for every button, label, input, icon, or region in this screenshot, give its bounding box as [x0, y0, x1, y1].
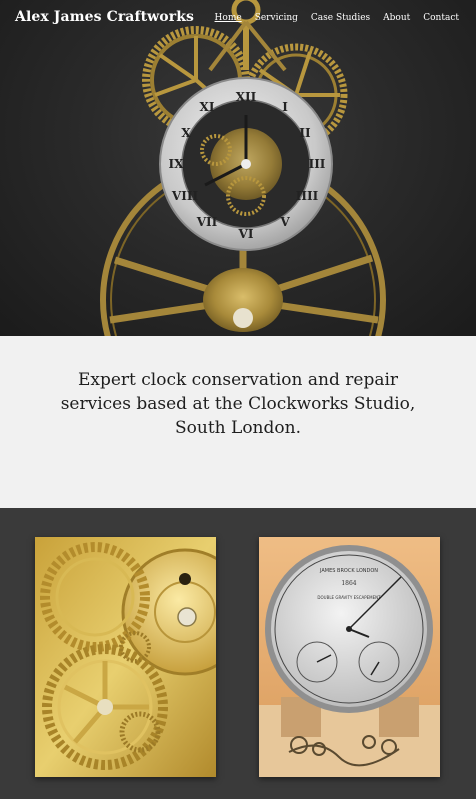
svg-text:XII: XII: [236, 90, 257, 104]
svg-text:VIII: VIII: [171, 189, 199, 203]
nav-link-about[interactable]: About: [383, 13, 410, 23]
intro-section: Expert clock conservation and repair ser…: [0, 336, 476, 508]
svg-text:II: II: [299, 126, 311, 140]
svg-text:I: I: [282, 100, 288, 114]
svg-text:III: III: [309, 157, 326, 171]
svg-text:VI: VI: [238, 227, 254, 241]
svg-text:VII: VII: [196, 215, 218, 229]
dial-year-text: 1864: [341, 580, 356, 587]
nav-link-contact[interactable]: Contact: [423, 13, 459, 23]
main-nav: Home Servicing Case Studies About Contac…: [215, 13, 459, 23]
dial-subtext: DOUBLE GRAVITY ESCAPEMENT: [317, 595, 381, 600]
svg-text:V: V: [279, 215, 290, 229]
intro-text: Expert clock conservation and repair ser…: [60, 370, 416, 438]
svg-text:IX: IX: [169, 157, 185, 171]
nav-link-servicing[interactable]: Servicing: [255, 13, 298, 23]
svg-text:IIII: IIII: [296, 189, 319, 203]
hero-clock-image: XII I II III IIII V VI VII VIII IX X XI: [100, 0, 386, 336]
dial-maker-text: JAMES BROCK LONDON: [319, 568, 378, 574]
svg-text:XI: XI: [200, 100, 215, 114]
nav-link-case-studies[interactable]: Case Studies: [311, 13, 370, 23]
silver-dial-clock-photo: JAMES BROCK LONDON 1864 DOUBLE GRAVITY E…: [259, 537, 440, 777]
brand-logo-link[interactable]: Alex James Craftworks: [15, 9, 194, 25]
gallery-section: JAMES BROCK LONDON 1864 DOUBLE GRAVITY E…: [0, 508, 476, 799]
brass-gear-movement-photo: [35, 537, 216, 777]
nav-link-home[interactable]: Home: [215, 13, 242, 23]
hero-section: XII I II III IIII V VI VII VIII IX X XI …: [0, 0, 476, 336]
svg-text:X: X: [181, 126, 191, 140]
